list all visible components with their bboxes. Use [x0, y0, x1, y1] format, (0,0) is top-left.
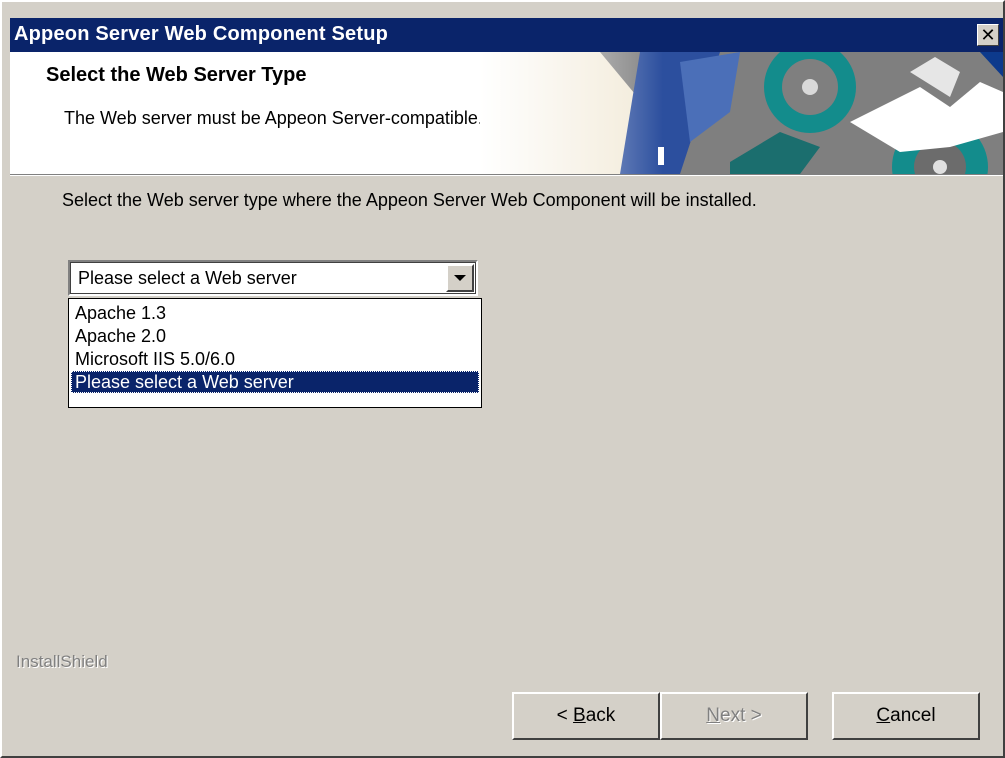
instruction-text: Select the Web server type where the App…	[62, 190, 757, 210]
next-button[interactable]: Next >	[660, 692, 808, 740]
window-title: Appeon Server Web Component Setup	[14, 23, 389, 45]
wizard-header: Select the Web Server Type The Web serve…	[10, 52, 1003, 174]
back-button-rest: ack	[585, 705, 616, 726]
dropdown-option-apache20[interactable]: Apache 2.0	[71, 325, 479, 347]
webserver-dropdown-list: Apache 1.3 Apache 2.0 Microsoft IIS 5.0/…	[68, 298, 482, 408]
dropdown-button[interactable]	[446, 264, 474, 292]
cancel-button-rest: ancel	[890, 705, 936, 726]
next-button-accel: N	[706, 705, 720, 726]
webserver-select[interactable]: Please select a Web server	[68, 260, 478, 296]
chevron-down-icon	[454, 275, 466, 281]
gears-graphic	[480, 52, 1003, 174]
back-button[interactable]: < Back	[512, 692, 660, 740]
cancel-button-accel: C	[876, 705, 891, 726]
setup-dialog: Appeon Server Web Component Setup ✕ Sele…	[0, 0, 1005, 758]
back-button-accel: B	[573, 705, 586, 726]
dropdown-option-apache13[interactable]: Apache 1.3	[71, 302, 479, 324]
installshield-brand: InstallShield	[16, 652, 108, 671]
header-divider	[10, 174, 1003, 176]
page-title: Select the Web Server Type	[46, 64, 307, 86]
webserver-select-value: Please select a Web server	[78, 268, 297, 288]
title-bar[interactable]: Appeon Server Web Component Setup ✕	[10, 18, 1003, 52]
back-button-prefix: <	[556, 705, 574, 726]
dropdown-option-iis[interactable]: Microsoft IIS 5.0/6.0	[71, 348, 479, 370]
close-icon: ✕	[980, 25, 996, 45]
cancel-button[interactable]: Cancel	[832, 692, 980, 740]
page-subtitle: The Web server must be Appeon Server-com…	[64, 108, 483, 128]
dropdown-option-please-select[interactable]: Please select a Web server	[71, 371, 479, 393]
next-button-rest: ext >	[720, 705, 762, 726]
close-button[interactable]: ✕	[977, 24, 999, 46]
